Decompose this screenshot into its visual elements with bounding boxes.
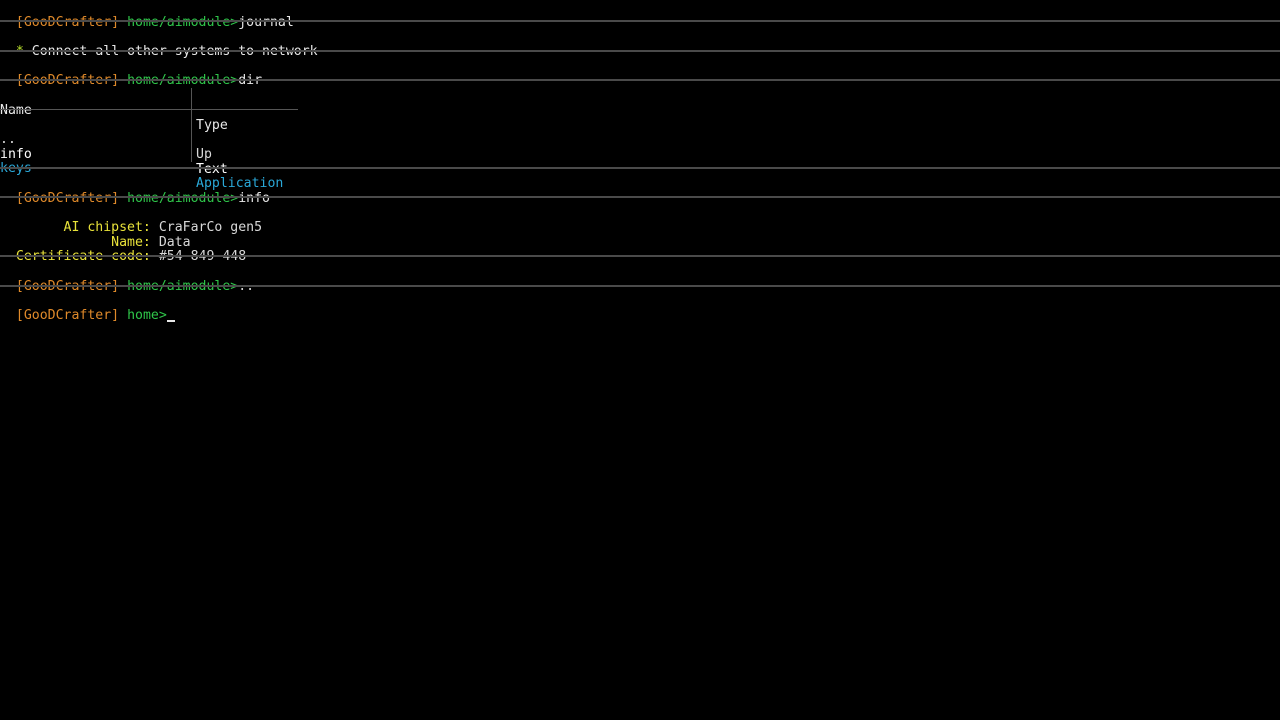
separator bbox=[0, 255, 1280, 257]
table-header-divider bbox=[0, 109, 298, 110]
table-header: Name Type bbox=[0, 88, 228, 133]
info-field: Name: Data bbox=[0, 220, 190, 250]
prompt-path: home/aimodule> bbox=[127, 191, 239, 206]
separator bbox=[0, 79, 1280, 81]
header-name: Name bbox=[0, 103, 32, 118]
separator bbox=[0, 50, 1280, 52]
cursor bbox=[166, 320, 175, 322]
current-prompt[interactable]: [GooDCrafter] home> bbox=[0, 293, 175, 323]
header-type: Type bbox=[196, 118, 228, 133]
prompt-user: [GooDCrafter] bbox=[15, 308, 120, 323]
row-type: Up bbox=[196, 147, 212, 162]
row-type: Text bbox=[196, 162, 228, 177]
history-prompt-journal: [GooDCrafter] home/aimodule>journal bbox=[0, 0, 294, 30]
prompt-path: home> bbox=[127, 308, 167, 323]
table-row[interactable]: .. Up bbox=[0, 117, 212, 162]
prompt-user: [GooDCrafter] bbox=[15, 15, 120, 30]
separator bbox=[0, 285, 1280, 287]
separator bbox=[0, 167, 1280, 169]
prompt-user: [GooDCrafter] bbox=[15, 191, 120, 206]
separator bbox=[0, 20, 1280, 22]
info-field: AI chipset: CraFarCo gen5 bbox=[0, 205, 263, 235]
table-row[interactable]: info Text bbox=[0, 132, 228, 177]
prompt-command: journal bbox=[238, 15, 294, 30]
history-prompt-up: [GooDCrafter] home/aimodule>.. bbox=[0, 264, 254, 294]
history-prompt-info: [GooDCrafter] home/aimodule>info bbox=[0, 176, 270, 206]
separator bbox=[0, 196, 1280, 198]
table-row[interactable]: keys Application bbox=[0, 146, 283, 191]
prompt-path: home/aimodule> bbox=[127, 15, 239, 30]
prompt-command: info bbox=[238, 191, 270, 206]
info-field: Certificate code: #54 849 448 bbox=[0, 234, 246, 264]
journal-entry: * Connect all other systems to network bbox=[0, 29, 318, 59]
table-column-divider bbox=[191, 88, 192, 162]
history-prompt-dir: [GooDCrafter] home/aimodule>dir bbox=[0, 58, 262, 88]
